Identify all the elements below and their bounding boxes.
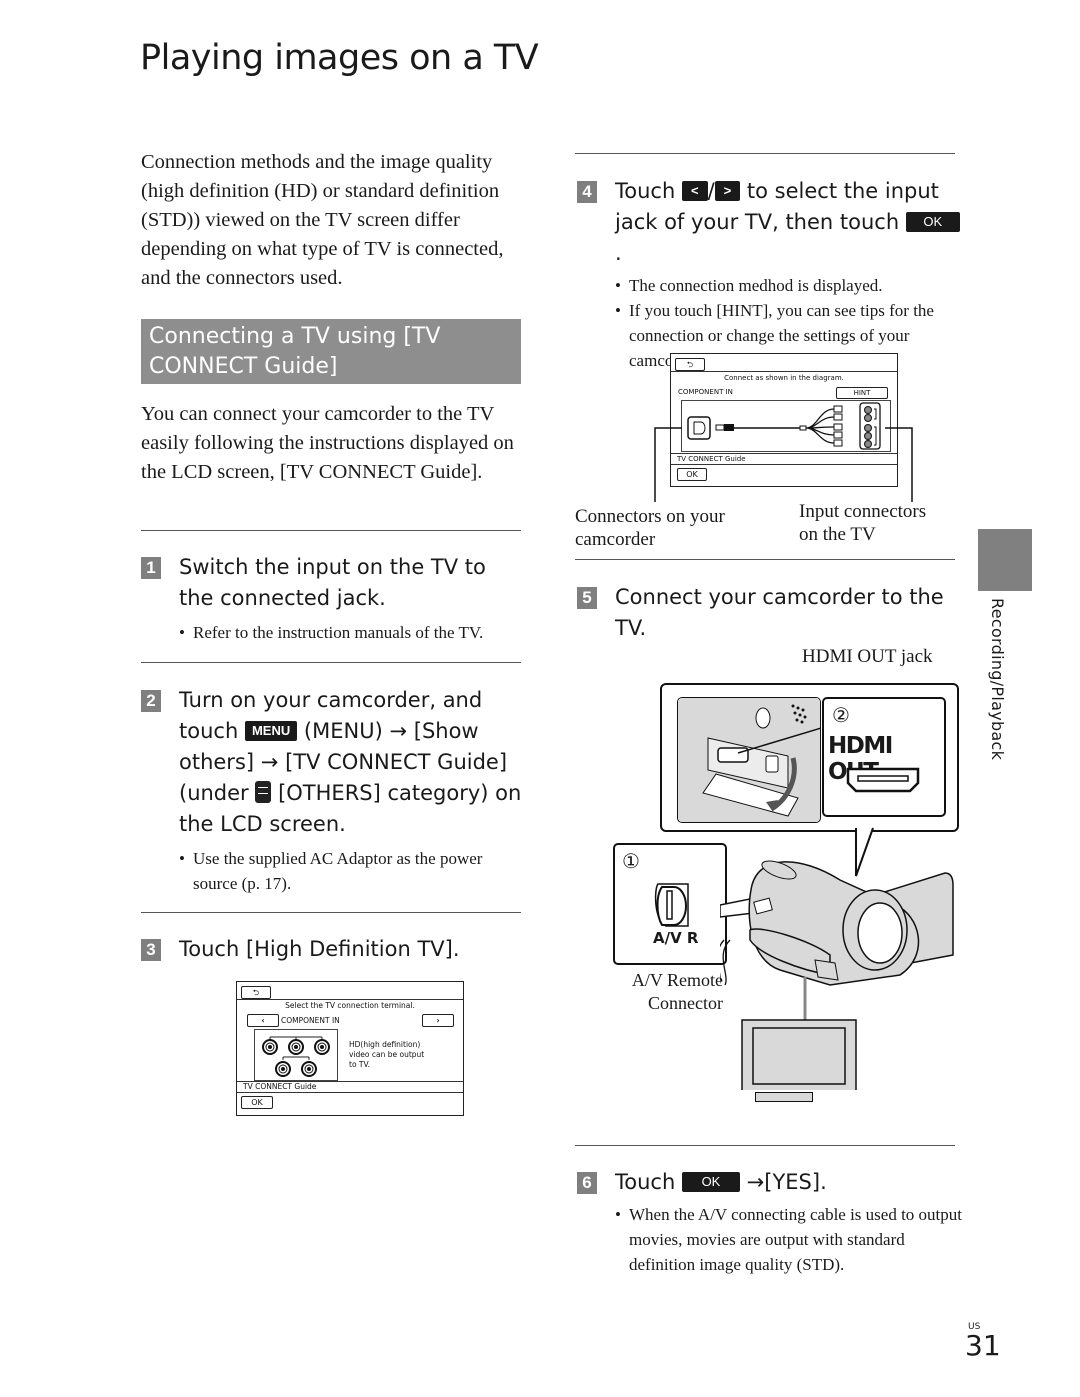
step-number: 6 (577, 1172, 597, 1194)
divider (575, 153, 955, 154)
callout-leaders (654, 427, 913, 502)
prev-icon: < (681, 181, 708, 201)
ok-button[interactable]: OK (241, 1096, 273, 1109)
section-side-label: Recording/Playback (988, 598, 1007, 761)
bullet: The connection medhod is displayed. (615, 273, 962, 298)
hint-button[interactable]: HINT (836, 387, 888, 399)
section-tab-marker (978, 529, 1032, 591)
step-4: 4 Touch < / > to select the input jack of … (577, 176, 962, 373)
back-button[interactable]: ⮌ (675, 358, 705, 371)
hdmi-out-jack-label: HDMI OUT jack (802, 646, 933, 667)
step-number: 4 (577, 181, 597, 203)
step-5: 5 Connect your camcorder to the TV. (577, 582, 962, 644)
next-icon: > (714, 181, 741, 201)
menu-icon: MENU (244, 721, 298, 741)
av-remote-connector-icon (654, 883, 689, 927)
step-heading: Touch < / > to select the input jack of yo… (615, 176, 962, 269)
divider (141, 912, 521, 913)
page-number: 31 (965, 1329, 1001, 1362)
step-number: 2 (141, 690, 161, 712)
heading-text: (MENU) (303, 719, 383, 743)
back-button[interactable]: ⮌ (241, 986, 271, 999)
lcd-prompt: Connect as shown in the diagram. (724, 374, 844, 382)
section-heading: Connecting a TV using [TV CONNECT Guide] (141, 319, 521, 384)
heading-text: Touch (615, 1170, 676, 1194)
divider (575, 1145, 955, 1146)
bullet: When the A/V connecting cable is used to… (615, 1202, 962, 1277)
step-number: 5 (577, 587, 597, 609)
step-1: 1 Switch the input on the TV to the conn… (141, 552, 526, 645)
section-intro: You can connect your camcorder to the TV… (141, 403, 514, 483)
av-remote-connector-label-line2: Connector (648, 993, 723, 1013)
hdmi-port-icon-panel: ② HDMI OUT (822, 697, 946, 817)
divider (141, 530, 521, 531)
page-title: Playing images on a TV (140, 38, 539, 78)
camcorder-tv-illustration (720, 860, 954, 1090)
lcd-description-line: video can be output (349, 1050, 425, 1059)
bullet: Use the supplied AC Adaptor as the power… (179, 846, 526, 896)
callout-tv-input-connectors: Input connectors on the TV (799, 501, 927, 545)
intro-paragraph: Connection methods and the image quality… (141, 151, 504, 289)
prev-button[interactable]: ‹ (247, 1014, 279, 1027)
arrow-icon: → (746, 1170, 765, 1194)
others-category-icon (255, 781, 272, 803)
marker-2: ② (832, 703, 850, 727)
divider (141, 662, 521, 663)
avr-label: A/V R (653, 929, 699, 947)
heading-text: Touch (615, 179, 676, 203)
next-button[interactable]: › (422, 1014, 454, 1027)
step-heading: Switch the input on the TV to the connec… (179, 555, 486, 610)
arrow-icon: → (389, 719, 408, 743)
lcd-screen-select-terminal: ⮌ Select the TV connection terminal. ‹ C… (236, 981, 464, 1116)
avr-callout-box: ① A/V R (613, 843, 727, 965)
selected-terminal: COMPONENT IN (678, 388, 733, 396)
heading-text: . (615, 241, 622, 265)
step-6: 6 Touch OK →[YES]. When the A/V connecti… (577, 1167, 962, 1277)
hdmi-port-closeup (677, 697, 821, 823)
lcd-footer: TV CONNECT Guide (243, 1082, 317, 1091)
ok-icon: OK (905, 212, 960, 232)
divider (575, 559, 955, 560)
step-heading: Touch [High Definition TV]. (179, 937, 460, 961)
step-2: 2 Turn on your camcorder, and touch MENU… (141, 685, 526, 896)
lcd-prompt: Select the TV connection terminal. (285, 1001, 415, 1010)
step-heading: Turn on your camcorder, and touch MENU (… (179, 685, 526, 840)
av-remote-connector-label-line1: A/V Remote (631, 970, 723, 990)
lcd-description-line: to TV. (349, 1060, 371, 1069)
step-heading: Connect your camcorder to the TV. (615, 585, 944, 640)
ok-icon: OK (681, 1172, 740, 1192)
step-number: 3 (141, 939, 161, 961)
bullet: Refer to the instruction manuals of the … (179, 620, 526, 645)
callout-camcorder-connectors: Connectors on your camcorder (575, 506, 725, 550)
step-3: 3 Touch [High Definition TV]. (141, 934, 526, 965)
selected-terminal: COMPONENT IN (281, 1016, 340, 1025)
hdmi-callout-box: ② HDMI OUT (660, 683, 959, 832)
step-number: 1 (141, 557, 161, 579)
lcd-description-line: HD(high definition) (349, 1040, 421, 1049)
marker-1: ① (622, 849, 640, 873)
slash-text: / (707, 179, 715, 203)
arrow-icon: → (260, 750, 279, 774)
tv-stand (755, 1092, 813, 1102)
component-jacks-icon (254, 1029, 338, 1081)
step-heading: Touch OK →[YES]. (615, 1167, 962, 1198)
hdmi-port-icon (846, 767, 920, 793)
heading-text: [YES]. (764, 1170, 827, 1194)
